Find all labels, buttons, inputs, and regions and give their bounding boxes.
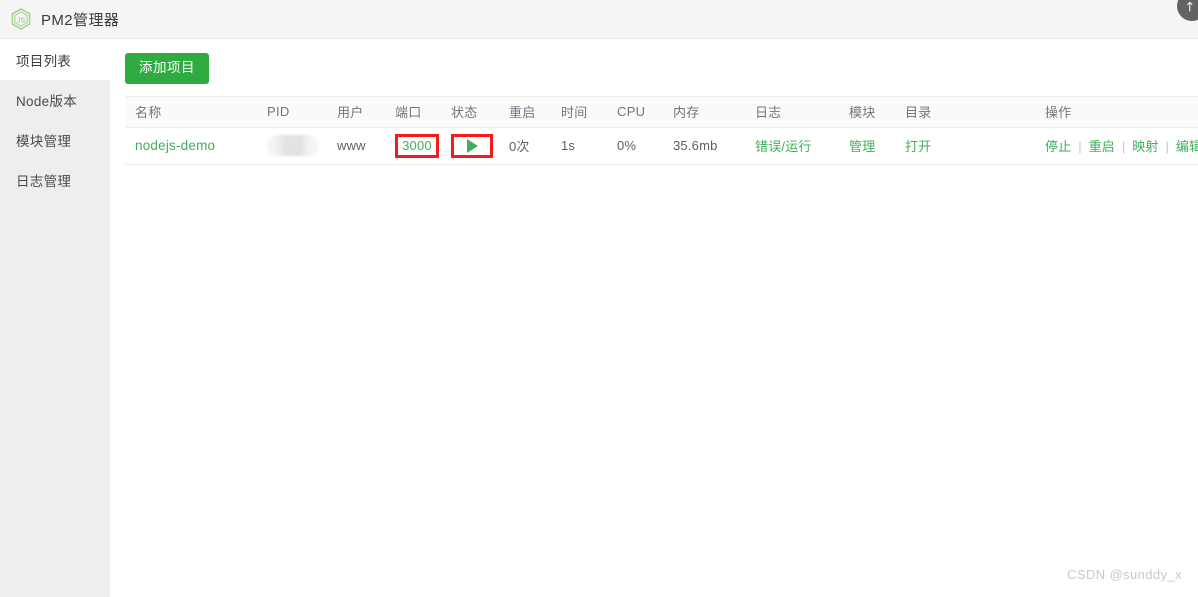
column-header-ops: 操作 — [1035, 95, 1198, 128]
nodejs-hexagon-icon: JS — [9, 7, 33, 31]
ops-link-group: 停止 | 重启 | 映射 | 编辑 | 删除 — [1045, 139, 1198, 154]
column-header-restart: 重启 — [499, 95, 551, 128]
project-table: 名称 PID 用户 端口 状态 重启 时间 CPU 内存 日志 模块 目录 操作 — [125, 95, 1198, 165]
cell-memory: 35.6mb — [663, 127, 745, 165]
port-annotation-box: 3000 — [395, 133, 439, 158]
sidebar-item-log-manage[interactable]: 日志管理 — [0, 160, 110, 200]
ops-separator: | — [1165, 139, 1170, 154]
sidebar-item-label: 日志管理 — [16, 174, 72, 189]
project-table-wrapper: 名称 PID 用户 端口 状态 重启 时间 CPU 内存 日志 模块 目录 操作 — [125, 95, 1198, 165]
op-edit-link[interactable]: 编辑 — [1176, 139, 1198, 154]
table-body: nodejs-demo www 3000 0次 1s 0% 35.6mb 错误/… — [125, 127, 1198, 165]
cell-cpu: 0% — [607, 127, 663, 165]
cell-restart: 0次 — [499, 127, 551, 165]
column-header-state: 状态 — [441, 95, 499, 128]
column-header-time: 时间 — [551, 95, 607, 128]
op-map-link[interactable]: 映射 — [1132, 139, 1158, 154]
app-window: JS PM2管理器 ↗ 项目列表 Node版本 模块管理 日志管理 添加项目 名… — [0, 0, 1198, 597]
log-link[interactable]: 错误/运行 — [755, 139, 812, 154]
sidebar-item-node-version[interactable]: Node版本 — [0, 80, 110, 120]
op-stop-link[interactable]: 停止 — [1045, 139, 1071, 154]
play-icon[interactable] — [466, 138, 478, 153]
cell-name: nodejs-demo — [125, 127, 257, 165]
svg-text:JS: JS — [17, 16, 26, 24]
column-header-pid: PID — [257, 95, 327, 128]
op-restart-link[interactable]: 重启 — [1089, 139, 1115, 154]
column-header-user: 用户 — [327, 95, 385, 128]
app-header: JS PM2管理器 — [0, 0, 1198, 39]
open-dir-link[interactable]: 打开 — [905, 139, 931, 154]
sidebar-item-project-list[interactable]: 项目列表 — [0, 40, 110, 80]
ops-separator: | — [1121, 139, 1126, 154]
arrow-glyph: ↗ — [1180, 0, 1198, 16]
cell-pid — [257, 127, 327, 165]
sidebar-item-label: 项目列表 — [16, 54, 72, 69]
table-row: nodejs-demo www 3000 0次 1s 0% 35.6mb 错误/… — [125, 127, 1198, 165]
cell-ops: 停止 | 重启 | 映射 | 编辑 | 删除 — [1035, 127, 1198, 165]
cell-user: www — [327, 127, 385, 165]
column-header-name: 名称 — [125, 95, 257, 128]
pid-redacted-blur — [267, 135, 319, 156]
add-project-button[interactable]: 添加项目 — [125, 53, 209, 84]
sidebar-item-label: Node版本 — [16, 94, 78, 109]
sidebar: 项目列表 Node版本 模块管理 日志管理 — [0, 40, 110, 597]
cell-log: 错误/运行 — [745, 127, 839, 165]
project-name-link[interactable]: nodejs-demo — [135, 138, 215, 153]
cell-port: 3000 — [385, 127, 441, 165]
cell-time: 1s — [551, 127, 607, 165]
port-value[interactable]: 3000 — [402, 138, 432, 153]
ops-separator: | — [1078, 139, 1082, 154]
main-content: 添加项目 名称 PID 用户 端口 状态 重启 时间 CPU 内存 日志 模块 … — [110, 40, 1198, 597]
column-header-cpu: CPU — [607, 95, 663, 128]
sidebar-item-label: 模块管理 — [16, 134, 72, 149]
toolbar: 添加项目 — [110, 40, 1198, 84]
cell-state — [441, 127, 499, 165]
column-header-memory: 内存 — [663, 95, 745, 128]
column-header-port: 端口 — [385, 95, 441, 128]
table-header: 名称 PID 用户 端口 状态 重启 时间 CPU 内存 日志 模块 目录 操作 — [125, 95, 1198, 128]
module-link[interactable]: 管理 — [849, 139, 875, 154]
column-header-log: 日志 — [745, 95, 839, 128]
column-header-module: 模块 — [839, 95, 895, 128]
cell-dir: 打开 — [895, 127, 1035, 165]
watermark: CSDN @sunddy_x — [1067, 567, 1182, 582]
cell-module: 管理 — [839, 127, 895, 165]
state-annotation-box — [451, 133, 493, 158]
page-title: PM2管理器 — [41, 11, 120, 29]
sidebar-item-module-manage[interactable]: 模块管理 — [0, 120, 110, 160]
table-header-row: 名称 PID 用户 端口 状态 重启 时间 CPU 内存 日志 模块 目录 操作 — [125, 95, 1198, 128]
column-header-dir: 目录 — [895, 95, 1035, 128]
